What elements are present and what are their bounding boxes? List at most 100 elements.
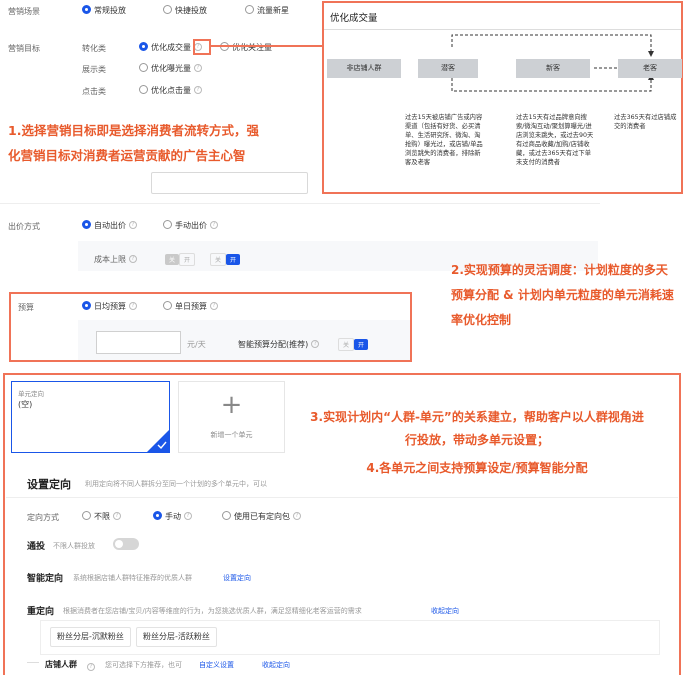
toggle-on: 开 <box>354 339 369 350</box>
section-divider <box>6 497 678 498</box>
smart-budget-toggle[interactable]: 关开 <box>338 338 369 351</box>
annotation-4: 4.各单元之间支持预算设定/预算智能分配 <box>366 461 588 475</box>
store-crowd-desc: 您可选择下方推荐，也可 <box>105 661 182 669</box>
store-tree-line <box>27 662 39 663</box>
selected-check-icon <box>147 430 169 452</box>
stage-old: 老客 <box>618 59 682 78</box>
radio-icon <box>245 5 254 14</box>
smart-target-desc: 系统根据店铺人群特征推荐的优质人群 <box>73 574 192 582</box>
help-icon: ? <box>210 301 218 310</box>
hidden-input-box[interactable] <box>151 172 308 194</box>
method-option-none[interactable]: 不限? <box>82 511 121 522</box>
store-collapse-link[interactable]: 收起定向 <box>262 660 290 670</box>
budget-label: 预算 <box>18 303 34 312</box>
method-option-manual[interactable]: 手动? <box>153 511 192 522</box>
retarget-title: 重定向 <box>27 607 55 617</box>
method-label: 定向方式 <box>27 513 59 522</box>
desc-prospect: 过去15天被店铺广告或内容渠道（包括有好货、必买清单、生活研究所、微淘、淘抢购）… <box>405 114 483 166</box>
toggle-on: 开 <box>226 254 241 265</box>
bid-option-manual[interactable]: 手动出价? <box>163 220 218 231</box>
desc-old: 过去365天有过店铺成交的消费者 <box>614 114 677 130</box>
tongtou-title: 通投 <box>27 542 46 552</box>
help-icon: ? <box>113 511 121 520</box>
toggle-off-ghost: 关 <box>338 338 355 351</box>
cost-cap-toggle-2[interactable]: 关开 <box>210 253 241 266</box>
scene-option-newstar[interactable]: 流量新星 <box>245 5 289 16</box>
budget-option-daily-avg[interactable]: 日均预算? <box>82 301 137 312</box>
toggle-off: 关 <box>165 254 180 265</box>
tongtou-desc: 不限人群投放 <box>53 542 95 550</box>
budget-input[interactable] <box>96 331 181 354</box>
add-unit-icon: + <box>220 390 243 420</box>
store-custom-link[interactable]: 自定义设置 <box>199 660 234 670</box>
scene-label: 营销场景 <box>8 7 40 16</box>
tongtou-switch[interactable] <box>113 538 139 550</box>
target-option-exposure[interactable]: 优化曝光量? <box>139 63 202 74</box>
flow-arrow-head <box>648 51 654 57</box>
help-icon: ? <box>293 511 301 520</box>
help-icon: ? <box>311 339 320 348</box>
radio-icon <box>139 85 148 94</box>
flow-loop-bottom <box>451 78 652 92</box>
radio-selected-icon <box>139 42 148 51</box>
radio-selected-icon <box>82 5 91 14</box>
radio-icon <box>163 5 172 14</box>
radio-icon <box>139 63 148 72</box>
scene-option-regular[interactable]: 常规投放 <box>82 5 126 16</box>
target-cat-conversion: 转化类 <box>82 44 106 53</box>
help-icon: ? <box>129 254 137 263</box>
budget-option-single-day[interactable]: 单日预算? <box>163 301 218 312</box>
tag-active-fans[interactable]: 粉丝分层-活跃粉丝 <box>136 627 217 647</box>
help-icon: ? <box>194 85 202 94</box>
target-option-click[interactable]: 优化点击量? <box>139 85 202 96</box>
add-unit-card[interactable]: + 新增一个单元 <box>178 381 285 453</box>
scene-option-quick[interactable]: 快捷投放 <box>163 5 207 16</box>
help-icon: ? <box>210 220 218 229</box>
help-icon: ? <box>129 301 137 310</box>
annotation-2: 2.实现预算的灵活调度：计划粒度的多天预算分配 & 计划内单元粒度的单元消耗速率… <box>451 263 674 327</box>
toggle-on-ghost: 开 <box>179 253 196 266</box>
smart-target-link[interactable]: 设置定向 <box>223 573 251 583</box>
smart-budget-label: 智能预算分配(推荐)? <box>238 339 320 350</box>
radio-icon <box>163 220 172 229</box>
bid-label: 出价方式 <box>8 222 40 231</box>
cost-cap-label: 成本上限? <box>94 254 137 265</box>
toggle-off-ghost: 关 <box>210 253 227 266</box>
stage-new: 新客 <box>516 59 590 78</box>
switch-knob <box>115 540 123 548</box>
target-option-follow[interactable]: 优化关注量 <box>220 42 272 53</box>
retarget-desc: 根据消费者在您店铺/宝贝/内容等维度的行为，为您挑选优质人群，满足您精细化老客运… <box>63 607 362 615</box>
annotation-3: 3.实现计划内“人群-单元”的关系建立，帮助客户以人群视角进行投放，带动多单元设… <box>310 410 644 447</box>
bid-option-auto[interactable]: 自动出价? <box>82 220 137 231</box>
retarget-tag-panel <box>40 620 660 655</box>
target-popup: 优化成交量 非店铺人群 潜客 新客 老客 过去15天被店铺广告或内容渠道（包括有… <box>322 1 683 194</box>
target-cat-exposure: 展示类 <box>82 65 106 74</box>
targeting-title: 设置定向 <box>27 478 71 491</box>
targeting-desc: 利用定向将不同人群拆分至同一个计划的多个单元中，可以 <box>85 480 267 488</box>
unit-card-selected[interactable]: 单元定向 (空) <box>11 381 170 453</box>
stage-prospect: 潜客 <box>418 59 478 78</box>
target-label: 营销目标 <box>8 44 40 53</box>
radio-selected-icon <box>153 511 162 520</box>
radio-icon <box>82 511 91 520</box>
annotation-1: 1.选择营销目标即是选择消费者流转方式，强化营销目标对消费者运营贡献的广告主心智 <box>8 123 259 163</box>
help-icon: ? <box>87 662 95 671</box>
method-option-package[interactable]: 使用已有定向包? <box>222 511 301 522</box>
unit-card-label: 单元定向 <box>18 390 44 398</box>
popup-title: 优化成交量 <box>330 13 378 24</box>
retarget-collapse-link[interactable]: 收起定向 <box>431 606 459 616</box>
help-icon: ? <box>184 511 192 520</box>
section-divider <box>0 203 600 204</box>
add-unit-label: 新增一个单元 <box>210 431 253 439</box>
highlight-connector <box>211 45 323 47</box>
cost-cap-toggle[interactable]: 关开 <box>165 253 196 266</box>
desc-new: 过去15天有过品牌意向搜索/微淘互动/聚划算曝光/进店浏览未跳失，或过去90天有… <box>516 114 594 166</box>
tag-silent-fans[interactable]: 粉丝分层-沉默粉丝 <box>50 627 131 647</box>
radio-selected-icon <box>82 301 91 310</box>
store-crowd-title: 店铺人群 <box>45 660 77 669</box>
help-icon: ? <box>129 220 137 229</box>
radio-icon <box>163 301 172 310</box>
flow-loop-top <box>451 34 652 53</box>
unit-card-value: (空) <box>18 400 33 409</box>
target-cat-click: 点击类 <box>82 87 106 96</box>
